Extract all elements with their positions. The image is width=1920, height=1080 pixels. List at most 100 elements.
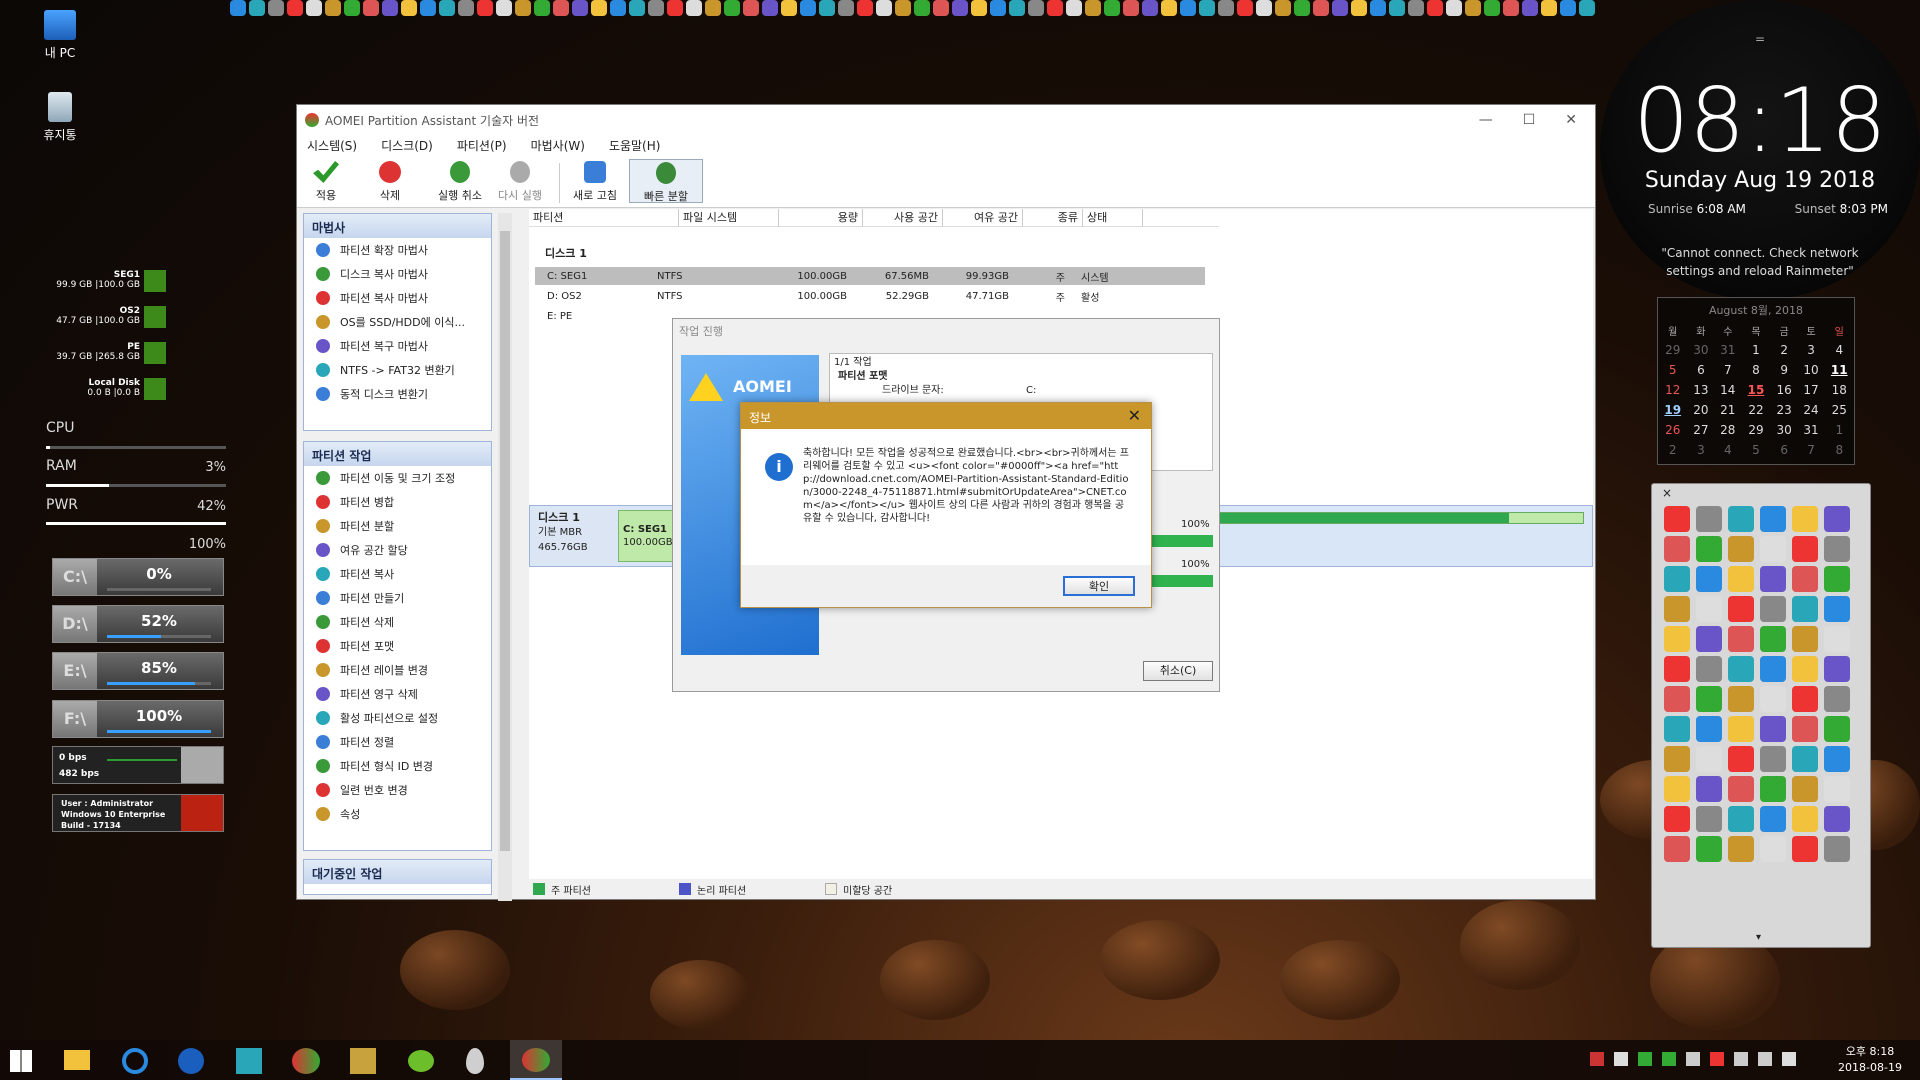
app-drop-icon[interactable] — [466, 1048, 484, 1074]
quick-launch-icon[interactable] — [287, 0, 303, 16]
wizard-item[interactable]: 파티션 확장 마법사 — [304, 238, 491, 262]
partition-op-item[interactable]: 파티션 형식 ID 변경 — [304, 754, 491, 778]
calendar-day[interactable]: 8 — [1741, 360, 1770, 380]
quick-launch-icon[interactable] — [914, 0, 930, 16]
volume-icon[interactable] — [1734, 1052, 1748, 1066]
quick-launch-icon[interactable] — [572, 0, 588, 16]
wizard-item[interactable]: 디스크 복사 마법사 — [304, 262, 491, 286]
quick-launch-icon[interactable] — [1275, 0, 1291, 16]
network-tray-icon[interactable] — [1686, 1052, 1700, 1066]
quick-launch-icon[interactable] — [686, 0, 702, 16]
quick-launch-icon[interactable] — [1446, 0, 1462, 16]
power-icon[interactable] — [181, 795, 223, 831]
launcher-app-icon[interactable] — [1792, 836, 1818, 862]
partition-op-item[interactable]: 파티션 분할 — [304, 514, 491, 538]
partition-op-item[interactable]: 파티션 정렬 — [304, 730, 491, 754]
left-scrollbar[interactable] — [498, 213, 512, 901]
launcher-app-icon[interactable] — [1792, 596, 1818, 622]
close-icon[interactable]: × — [1662, 486, 1672, 500]
launcher-app-icon[interactable] — [1664, 566, 1690, 592]
calendar-day[interactable]: 2 — [1658, 440, 1687, 460]
menu-help[interactable]: 도움말(H) — [609, 137, 661, 154]
col-filesystem[interactable]: 파일 시스템 — [679, 209, 779, 227]
quick-launch-icon[interactable] — [629, 0, 645, 16]
app-leaf-icon[interactable] — [408, 1050, 434, 1072]
calendar-day[interactable]: 15 — [1741, 380, 1770, 400]
tray-icon[interactable] — [1662, 1052, 1676, 1066]
wizard-item[interactable]: 동적 디스크 변환기 — [304, 382, 491, 406]
wizard-item[interactable]: 파티션 복구 마법사 — [304, 334, 491, 358]
launcher-app-icon[interactable] — [1792, 746, 1818, 772]
launcher-app-icon[interactable] — [1728, 596, 1754, 622]
tray-icon[interactable] — [1710, 1052, 1724, 1066]
launcher-app-icon[interactable] — [1760, 806, 1786, 832]
desktop-icon-recycle-bin[interactable]: 휴지통 — [20, 92, 100, 143]
quick-launch-icon[interactable] — [382, 0, 398, 16]
quick-launch-icon[interactable] — [952, 0, 968, 16]
calendar-day[interactable]: 3 — [1687, 440, 1714, 460]
quick-launch-icon[interactable] — [306, 0, 322, 16]
partition-op-item[interactable]: 파티션 포맷 — [304, 634, 491, 658]
quick-launch-icon[interactable] — [895, 0, 911, 16]
launcher-app-icon[interactable] — [1728, 776, 1754, 802]
calendar-day[interactable]: 26 — [1658, 420, 1687, 440]
quick-launch-icon[interactable] — [1370, 0, 1386, 16]
calendar-day[interactable]: 20 — [1687, 400, 1714, 420]
file-explorer-icon[interactable] — [64, 1050, 90, 1070]
quick-launch-icon[interactable] — [1560, 0, 1576, 16]
launcher-app-icon[interactable] — [1792, 806, 1818, 832]
quick-launch-icon[interactable] — [591, 0, 607, 16]
launcher-app-icon[interactable] — [1792, 626, 1818, 652]
launcher-app-icon[interactable] — [1792, 506, 1818, 532]
quick-launch-icon[interactable] — [230, 0, 246, 16]
launcher-app-icon[interactable] — [1760, 686, 1786, 712]
partition-op-item[interactable]: 파티션 이동 및 크기 조정 — [304, 466, 491, 490]
calendar-day[interactable]: 17 — [1798, 380, 1825, 400]
ime-icon[interactable] — [1782, 1052, 1796, 1066]
launcher-app-icon[interactable] — [1824, 776, 1850, 802]
launcher-app-icon[interactable] — [1664, 746, 1690, 772]
calendar-day[interactable]: 31 — [1714, 340, 1741, 360]
launcher-app-icon[interactable] — [1696, 686, 1722, 712]
menu-system[interactable]: 시스템(S) — [307, 137, 357, 154]
calendar-day[interactable]: 14 — [1714, 380, 1741, 400]
quick-launch-icon[interactable] — [838, 0, 854, 16]
quick-launch-icon[interactable] — [1218, 0, 1234, 16]
launcher-app-icon[interactable] — [1664, 626, 1690, 652]
quick-launch-icon[interactable] — [1237, 0, 1253, 16]
calendar-day[interactable]: 13 — [1687, 380, 1714, 400]
calendar-day[interactable]: 27 — [1687, 420, 1714, 440]
quick-launch-icon[interactable] — [496, 0, 512, 16]
apply-button[interactable]: 적용 — [297, 161, 355, 203]
quick-launch-icon[interactable] — [477, 0, 493, 16]
launcher-app-icon[interactable] — [1728, 746, 1754, 772]
quick-launch-icon[interactable] — [724, 0, 740, 16]
quick-launch-icon[interactable] — [1142, 0, 1158, 16]
tray-icon[interactable] — [1590, 1052, 1604, 1066]
launcher-app-icon[interactable] — [1728, 686, 1754, 712]
redo-button[interactable]: 다시 실행 — [491, 161, 549, 203]
launcher-app-icon[interactable] — [1760, 716, 1786, 742]
quick-launch-icon[interactable] — [1389, 0, 1405, 16]
launcher-app-icon[interactable] — [1824, 536, 1850, 562]
launcher-app-icon[interactable] — [1696, 566, 1722, 592]
quick-partition-button[interactable]: 빠른 분할 — [629, 159, 703, 203]
calendar-day[interactable]: 5 — [1741, 440, 1770, 460]
calendar-day[interactable]: 28 — [1714, 420, 1741, 440]
launcher-app-icon[interactable] — [1792, 566, 1818, 592]
maximize-button[interactable]: ☐ — [1523, 112, 1536, 128]
internet-explorer-icon[interactable] — [122, 1048, 148, 1074]
launcher-app-icon[interactable] — [1824, 626, 1850, 652]
col-free[interactable]: 여유 공간 — [943, 209, 1023, 227]
quick-launch-icon[interactable] — [610, 0, 626, 16]
calendar-day[interactable]: 1 — [1825, 420, 1854, 440]
launcher-app-icon[interactable] — [1728, 836, 1754, 862]
calendar-day[interactable]: 23 — [1771, 400, 1798, 420]
launcher-app-icon[interactable] — [1728, 566, 1754, 592]
wizard-item[interactable]: 파티션 복사 마법사 — [304, 286, 491, 310]
partition-op-item[interactable]: 파티션 삭제 — [304, 610, 491, 634]
cancel-button[interactable]: 취소(C) — [1143, 661, 1213, 681]
menu-disk[interactable]: 디스크(D) — [381, 137, 433, 154]
quick-launch-icon[interactable] — [534, 0, 550, 16]
launcher-app-icon[interactable] — [1696, 506, 1722, 532]
